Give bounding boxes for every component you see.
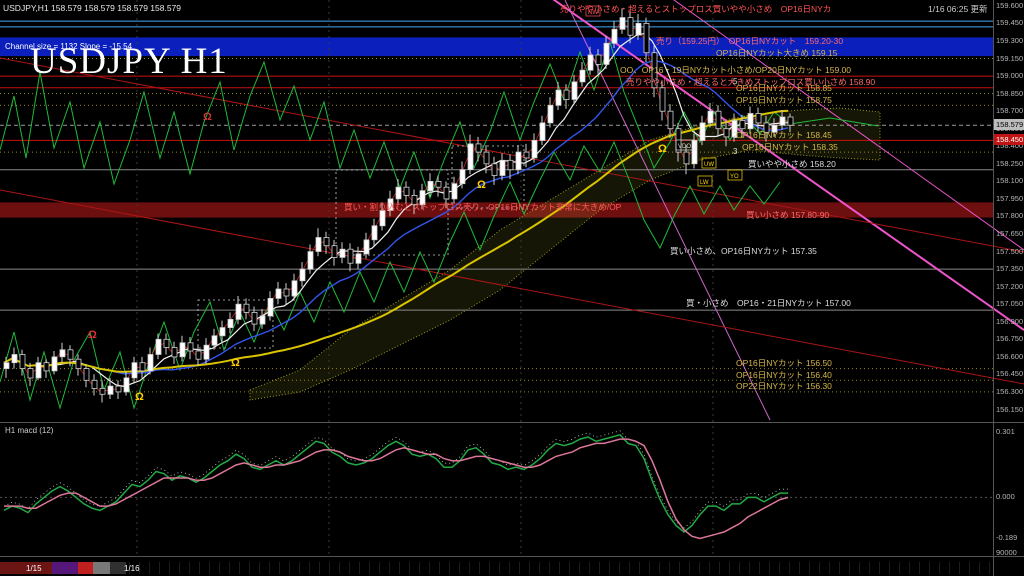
- trendline: [0, 189, 1024, 385]
- omega-marker: Ω: [658, 143, 667, 155]
- price-chart-canvas[interactable]: Ω Ω Ω Ω Ω Ω VDO UW LW YO NW 5 2 3: [0, 0, 1024, 576]
- omega-marker: Ω: [231, 357, 240, 369]
- svg-text:UW: UW: [704, 162, 714, 168]
- omega-marker: Ω: [88, 329, 97, 341]
- session-badge: LW: [697, 175, 713, 187]
- omega-marker: Ω: [135, 391, 144, 403]
- svg-text:YO: YO: [730, 174, 739, 180]
- omega-marker: Ω: [477, 179, 486, 191]
- trading-chart-window: Ω Ω Ω Ω Ω Ω VDO UW LW YO NW 5 2 3 USDJPY,H1 158.579 1…: [0, 0, 1024, 576]
- omega-marker: Ω: [203, 111, 212, 123]
- macd-dotted-line: [3, 430, 788, 529]
- svg-text:NW: NW: [588, 10, 598, 16]
- level-number-label: 5: [733, 77, 738, 86]
- session-badge: UW: [701, 157, 717, 169]
- price-band: [0, 37, 993, 57]
- session-badge: YO: [727, 169, 743, 181]
- level-number-label: 2: [733, 131, 738, 140]
- level-number-label: 3: [733, 147, 738, 156]
- svg-text:LW: LW: [700, 180, 709, 186]
- svg-text:VDO: VDO: [678, 144, 691, 150]
- macd-signal-line: [4, 438, 789, 540]
- session-badge: NW: [585, 5, 601, 17]
